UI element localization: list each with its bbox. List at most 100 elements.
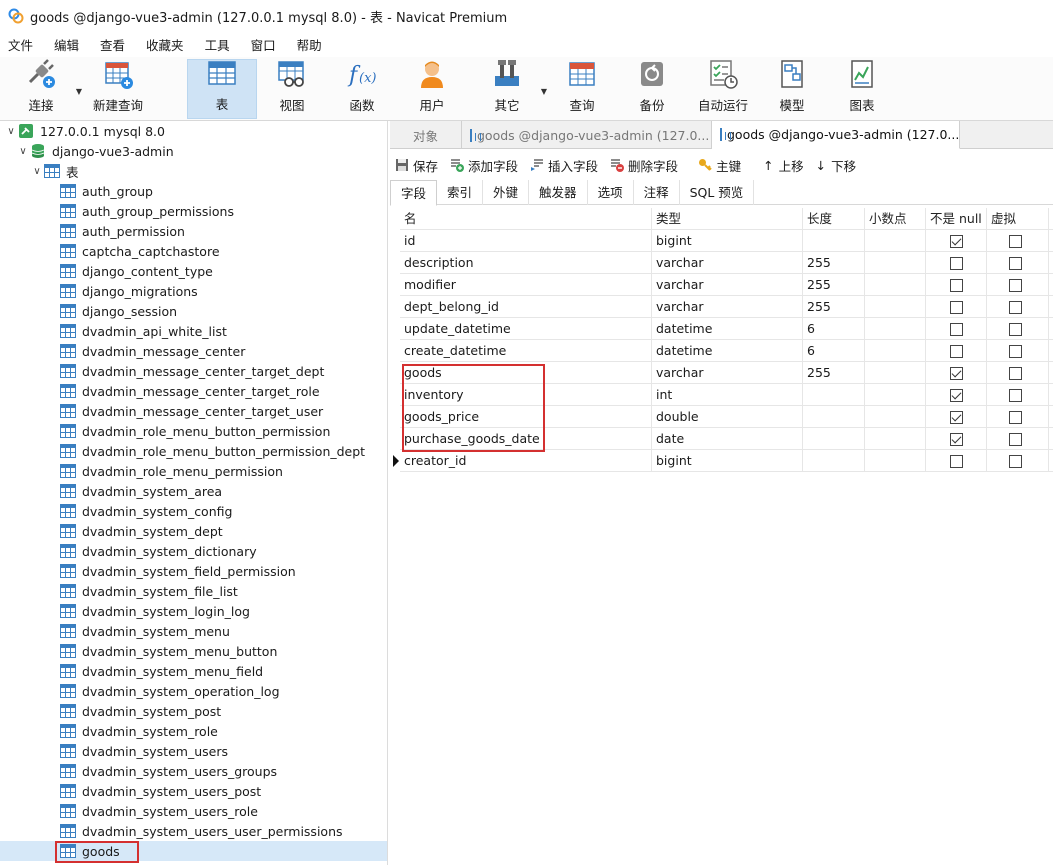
new-query-button[interactable]: 新建查询	[90, 59, 146, 119]
tree-table-item[interactable]: dvadmin_api_white_list	[60, 321, 227, 341]
backup-button[interactable]: 备份	[622, 59, 682, 119]
user-button[interactable]: 用户	[402, 59, 462, 119]
tree-table-item[interactable]: dvadmin_role_menu_permission	[60, 461, 283, 481]
header-length[interactable]: 长度	[803, 208, 865, 230]
field-name-cell[interactable]: update_datetime	[400, 318, 652, 340]
header-type[interactable]: 类型	[652, 208, 803, 230]
field-length-cell[interactable]	[803, 428, 865, 450]
field-type-cell[interactable]: varchar	[652, 362, 803, 384]
virtual-checkbox[interactable]	[1009, 301, 1022, 314]
tab-goods-2[interactable]: goods @django-vue3-admin (127.0....	[712, 121, 960, 149]
field-decimals-cell[interactable]	[865, 428, 926, 450]
field-name-cell[interactable]: creator_id	[400, 450, 652, 472]
not-null-checkbox[interactable]	[950, 411, 963, 424]
field-row[interactable]: creator_id bigint	[393, 450, 1053, 472]
tree-table-item[interactable]: dvadmin_message_center_target_user	[60, 401, 323, 421]
field-type-cell[interactable]: varchar	[652, 296, 803, 318]
not-null-checkbox[interactable]	[950, 323, 963, 336]
field-type-cell[interactable]: datetime	[652, 340, 803, 362]
other-button[interactable]: 其它 ▼	[477, 59, 547, 119]
not-null-checkbox[interactable]	[950, 389, 963, 402]
field-type-cell[interactable]: bigint	[652, 230, 803, 252]
field-type-cell[interactable]: varchar	[652, 274, 803, 296]
chevron-down-icon[interactable]: ▼	[541, 87, 547, 96]
menu-file[interactable]: 文件	[0, 35, 46, 54]
tree-table-item[interactable]: auth_permission	[60, 221, 185, 241]
auto-run-button[interactable]: 自动运行	[694, 59, 752, 119]
tree-table-item[interactable]: dvadmin_system_post	[60, 701, 221, 721]
tree-table-item[interactable]: dvadmin_system_dictionary	[60, 541, 257, 561]
tree-table-item[interactable]: auth_group_permissions	[60, 201, 234, 221]
tree-table-item[interactable]: dvadmin_role_menu_button_permission	[60, 421, 330, 441]
field-length-cell[interactable]: 255	[803, 274, 865, 296]
tree-table-item[interactable]: django_migrations	[60, 281, 198, 301]
field-length-cell[interactable]: 255	[803, 362, 865, 384]
tab-comments[interactable]: 注释	[634, 180, 680, 205]
field-name-cell[interactable]: dept_belong_id	[400, 296, 652, 318]
field-type-cell[interactable]: bigint	[652, 450, 803, 472]
tab-sql-preview[interactable]: SQL 预览	[680, 180, 755, 205]
field-decimals-cell[interactable]	[865, 362, 926, 384]
tree-connection[interactable]: ∨ 127.0.0.1 mysql 8.0	[4, 121, 165, 141]
menu-favorites[interactable]: 收藏夹	[138, 35, 197, 54]
field-decimals-cell[interactable]	[865, 318, 926, 340]
chart-button[interactable]: 图表	[832, 59, 892, 119]
tree-table-item[interactable]: dvadmin_system_config	[60, 501, 232, 521]
virtual-checkbox[interactable]	[1009, 433, 1022, 446]
not-null-checkbox[interactable]	[950, 301, 963, 314]
field-decimals-cell[interactable]	[865, 384, 926, 406]
tree-table-item[interactable]: dvadmin_system_users_role	[60, 801, 258, 821]
table-button[interactable]: 表	[187, 59, 257, 119]
tree-table-item[interactable]: dvadmin_system_users_groups	[60, 761, 277, 781]
header-not-null[interactable]: 不是 null	[926, 208, 987, 230]
field-decimals-cell[interactable]	[865, 252, 926, 274]
add-field-button[interactable]: 添加字段	[450, 156, 518, 175]
tree-table-item[interactable]: dvadmin_system_area	[60, 481, 222, 501]
not-null-checkbox[interactable]	[950, 455, 963, 468]
field-length-cell[interactable]: 6	[803, 318, 865, 340]
tree-table-item[interactable]: dvadmin_system_login_log	[60, 601, 250, 621]
field-type-cell[interactable]: varchar	[652, 252, 803, 274]
virtual-checkbox[interactable]	[1009, 411, 1022, 424]
virtual-checkbox[interactable]	[1009, 279, 1022, 292]
field-length-cell[interactable]	[803, 406, 865, 428]
tab-goods-1[interactable]: goods @django-vue3-admin (127.0...	[462, 121, 712, 149]
delete-field-button[interactable]: 删除字段	[610, 156, 678, 175]
tree-table-item[interactable]: dvadmin_system_users	[60, 741, 228, 761]
menu-help[interactable]: 帮助	[289, 35, 335, 54]
not-null-checkbox[interactable]	[950, 257, 963, 270]
field-row[interactable]: dept_belong_id varchar 255	[400, 296, 1053, 318]
field-length-cell[interactable]: 6	[803, 340, 865, 362]
field-length-cell[interactable]: 255	[803, 296, 865, 318]
tree-table-item[interactable]: dvadmin_system_users_post	[60, 781, 261, 801]
save-button[interactable]: 保存	[395, 156, 438, 175]
field-decimals-cell[interactable]	[865, 340, 926, 362]
tree-table-item[interactable]: dvadmin_system_menu_button	[60, 641, 277, 661]
insert-field-button[interactable]: 插入字段	[530, 156, 598, 175]
field-decimals-cell[interactable]	[865, 230, 926, 252]
tab-options[interactable]: 选项	[588, 180, 634, 205]
primary-key-button[interactable]: 主键	[698, 156, 741, 175]
not-null-checkbox[interactable]	[950, 279, 963, 292]
tree-tables-folder[interactable]: ∨ 表	[30, 161, 79, 181]
virtual-checkbox[interactable]	[1009, 257, 1022, 270]
tree-table-item[interactable]: captcha_captchastore	[60, 241, 220, 261]
not-null-checkbox[interactable]	[950, 367, 963, 380]
function-button[interactable]: f (x) 函数	[332, 59, 392, 119]
move-down-button[interactable]: ↓ 下移	[816, 156, 857, 175]
field-row[interactable]: description varchar 255	[400, 252, 1053, 274]
view-button[interactable]: 视图	[262, 59, 322, 119]
tree-table-item[interactable]: dvadmin_system_menu	[60, 621, 230, 641]
chevron-down-icon[interactable]: ∨	[16, 146, 30, 157]
header-virtual[interactable]: 虚拟	[987, 208, 1049, 230]
field-type-cell[interactable]: double	[652, 406, 803, 428]
field-name-cell[interactable]: create_datetime	[400, 340, 652, 362]
chevron-down-icon[interactable]: ∨	[30, 166, 44, 177]
tab-objects[interactable]: 对象	[390, 121, 462, 149]
tree-table-item[interactable]: dvadmin_system_menu_field	[60, 661, 263, 681]
field-type-cell[interactable]: date	[652, 428, 803, 450]
field-decimals-cell[interactable]	[865, 296, 926, 318]
field-row[interactable]: create_datetime datetime 6	[400, 340, 1053, 362]
tree-table-item[interactable]: dvadmin_system_users_user_permissions	[60, 821, 343, 841]
virtual-checkbox[interactable]	[1009, 345, 1022, 358]
